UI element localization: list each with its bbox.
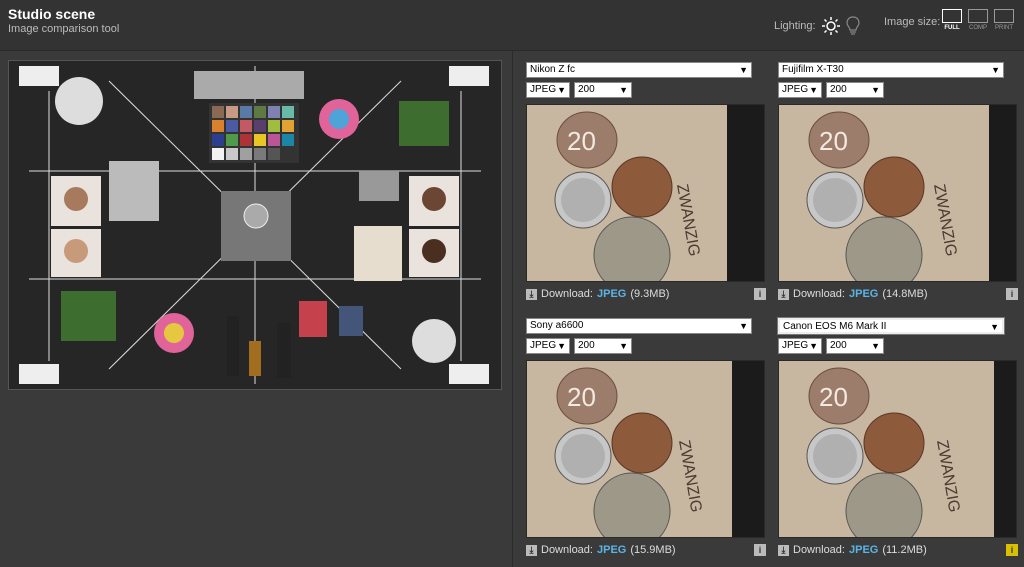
format-select-value: JPEG [782,340,809,351]
download-jpeg-link[interactable]: JPEG [597,288,626,300]
camera-select-value: Fujifilm X-T30 [782,64,844,75]
format-select[interactable]: JPEG ▼ [778,338,822,354]
chevron-down-icon: ▼ [739,65,748,75]
crop-thumbnail: 20 ZWANZIG [779,361,1016,537]
iso-select[interactable]: 200 ▼ [826,338,884,354]
download-size: (15.9MB) [630,544,676,556]
chevron-down-icon: ▼ [619,85,628,95]
chevron-down-icon: ▼ [557,85,566,95]
chevron-down-icon: ▼ [991,65,1000,75]
studio-scene-overview[interactable] [8,60,502,390]
camera-select[interactable]: Sony a6600 ▼ [526,318,752,334]
svg-text:20: 20 [819,382,848,412]
image-size-label: Image size: [884,16,941,28]
page-title: Studio scene [8,6,96,22]
size-option-print[interactable]: PRINT [994,9,1014,31]
download-label: Download: [541,288,593,300]
info-icon[interactable]: i [1006,544,1018,556]
size-option-label: COMP [969,25,987,31]
print-size-icon [994,9,1014,23]
download-size: (11.2MB) [882,544,927,556]
format-select-value: JPEG [530,84,557,95]
download-label: Download: [793,544,845,556]
chevron-down-icon: ▼ [809,341,818,351]
format-select[interactable]: JPEG ▼ [526,82,570,98]
download-icon[interactable]: ⤓ [526,544,537,556]
iso-select-value: 200 [578,340,595,351]
lighting-control: Lighting: [774,16,860,36]
download-row: ⤓ Download: JPEG (9.3MB) [526,288,766,300]
format-select[interactable]: JPEG ▼ [526,338,570,354]
full-size-icon [942,9,962,23]
size-option-full[interactable]: FULL [942,9,962,31]
download-row: ⤓ Download: JPEG (14.8MB) [778,288,1018,300]
iso-select-value: 200 [578,84,595,95]
download-icon[interactable]: ⤓ [778,544,789,556]
iso-select-value: 200 [830,84,847,95]
download-label: Download: [793,288,845,300]
iso-select[interactable]: 200 ▼ [574,338,632,354]
image-size-options: FULL COMP PRINT [942,9,1014,31]
download-size: (9.3MB) [630,288,670,300]
svg-text:20: 20 [819,126,848,156]
page-subtitle: Image comparison tool [8,23,120,35]
divider [512,50,513,567]
download-jpeg-link[interactable]: JPEG [849,288,878,300]
svg-text:20: 20 [567,126,596,156]
format-select-value: JPEG [782,84,809,95]
format-select[interactable]: JPEG ▼ [778,82,822,98]
chevron-down-icon: ▼ [619,341,628,351]
size-option-label: FULL [944,25,960,31]
chevron-down-icon: ▼ [557,341,566,351]
comp-size-icon [968,9,988,23]
info-icon[interactable]: i [754,288,766,300]
camera-select[interactable]: Nikon Z fc ▼ [526,62,752,78]
camera-select-value: Nikon Z fc [530,64,576,75]
crop-thumbnail: 20 ZWANZIG [779,105,1016,281]
crop-image[interactable]: 20 ZWANZIG [526,104,765,282]
crop-thumbnail: 20 ZWANZIG [527,105,764,281]
chevron-down-icon: ▼ [871,85,880,95]
svg-text:20: 20 [567,382,596,412]
chevron-down-icon: ▼ [990,322,999,332]
download-size: (14.8MB) [882,288,928,300]
download-jpeg-link[interactable]: JPEG [597,544,626,556]
camera-select[interactable]: Fujifilm X-T30 ▼ [778,62,1004,78]
info-icon[interactable]: i [754,544,766,556]
header: Studio scene Image comparison tool Light… [0,0,1024,51]
chevron-down-icon: ▼ [739,321,748,331]
camera-select-value: Sony a6600 [530,320,584,331]
download-icon[interactable]: ⤓ [526,288,537,300]
crop-image[interactable]: 20 ZWANZIG [778,360,1017,538]
download-icon[interactable]: ⤓ [778,288,789,300]
download-row: ⤓ Download: JPEG (11.2MB) [778,544,1018,556]
iso-select[interactable]: 200 ▼ [826,82,884,98]
crop-thumbnail: 20 ZWANZIG [527,361,764,537]
size-option-comp[interactable]: COMP [968,9,988,31]
camera-select[interactable]: Canon EOS M6 Mark II ▼ [778,318,1004,334]
crop-image[interactable]: 20 ZWANZIG [526,360,765,538]
scene-image [9,61,501,389]
chevron-down-icon: ▼ [871,341,880,351]
info-icon[interactable]: i [1006,288,1018,300]
iso-select-value: 200 [830,340,847,351]
size-option-label: PRINT [995,25,1013,31]
sun-icon[interactable] [821,17,840,35]
download-jpeg-link[interactable]: JPEG [849,544,878,556]
iso-select[interactable]: 200 ▼ [574,82,632,98]
chevron-down-icon: ▼ [809,85,818,95]
lighting-label: Lighting: [774,20,816,32]
crop-image[interactable]: 20 ZWANZIG [778,104,1017,282]
format-select-value: JPEG [530,340,557,351]
download-label: Download: [541,544,593,556]
lightbulb-icon[interactable] [845,16,860,36]
download-row: ⤓ Download: JPEG (15.9MB) [526,544,766,556]
camera-select-value: Canon EOS M6 Mark II [783,321,887,332]
